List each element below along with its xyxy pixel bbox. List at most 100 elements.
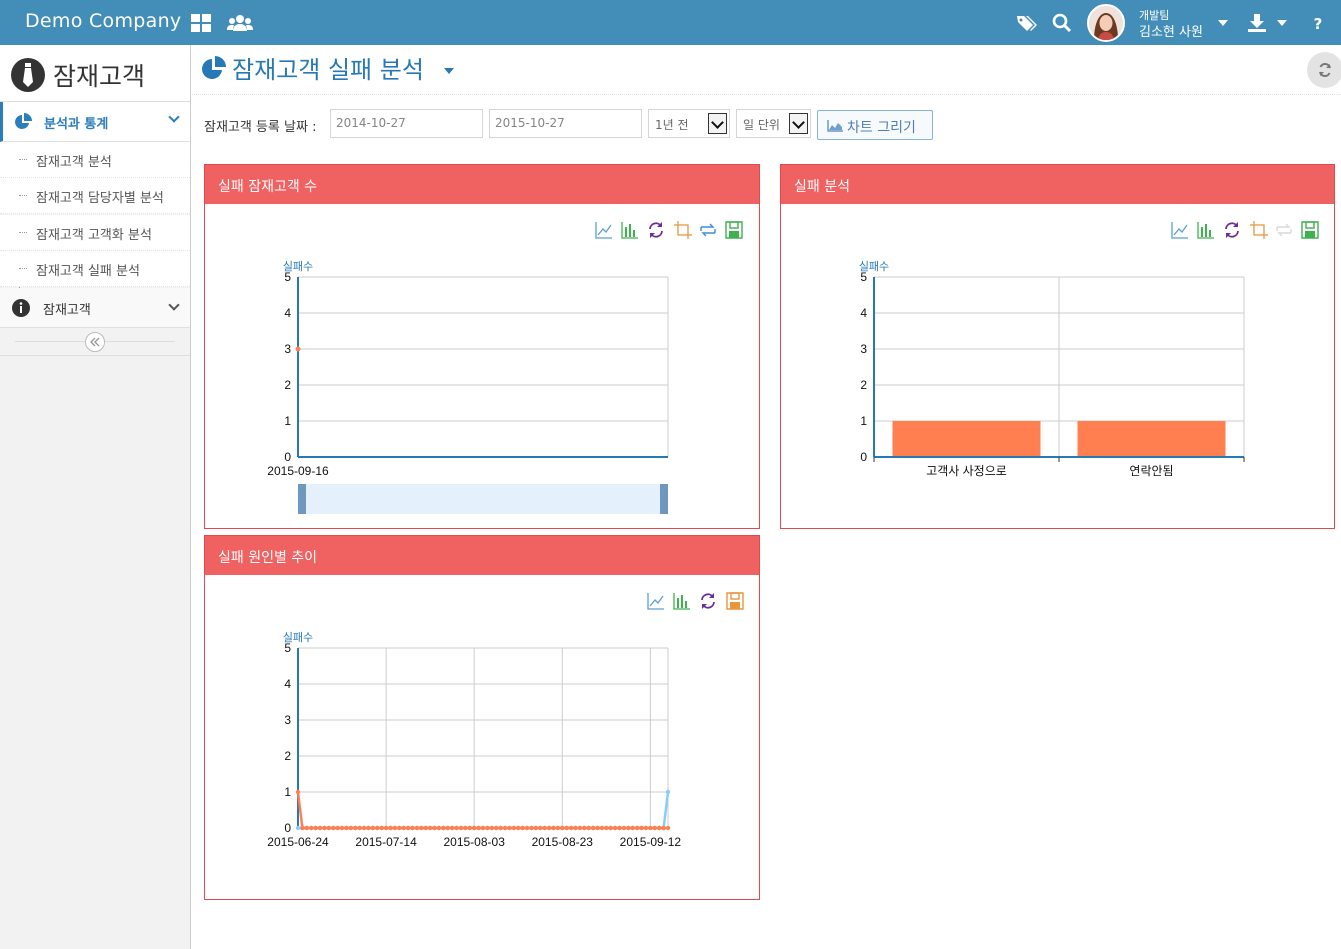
data-point <box>476 825 481 831</box>
data-point <box>427 825 433 831</box>
chart-failed-lead-count: 012345실패수2015-09-16 <box>267 260 669 514</box>
panel-failed-lead-count: 실패 잠재고객 수 0 1 2 3 4 5 실패수 2015-09-16 <box>204 164 760 529</box>
refresh-button[interactable] <box>1307 52 1341 88</box>
user-name: 김소현 사원 <box>1139 25 1203 40</box>
data-point <box>665 825 671 831</box>
data-point <box>388 825 393 831</box>
download-icon[interactable] <box>1246 12 1268 34</box>
chevron-down-icon <box>789 113 808 134</box>
search-icon[interactable] <box>1051 12 1073 34</box>
data-point <box>617 825 622 831</box>
data-point <box>630 825 635 831</box>
svg-text:?: ? <box>1314 15 1323 33</box>
tags-icon[interactable] <box>1015 12 1037 34</box>
sidebar-item-lead-conversion-analysis[interactable]: 잠재고객 고객화 분석 <box>0 215 190 251</box>
data-point <box>542 825 547 831</box>
pie-chart-icon <box>15 113 32 129</box>
datazoom-track <box>298 484 668 514</box>
sidebar-collapse-button[interactable] <box>85 332 105 352</box>
y-tick-label: 4 <box>284 306 291 320</box>
data-point <box>612 825 618 831</box>
data-point <box>665 789 671 795</box>
end-date-input[interactable]: 2015-10-27 <box>489 109 642 138</box>
data-point <box>401 825 406 831</box>
sidebar-item-lead-failure-analysis[interactable]: 잠재고객 실패 분석 <box>0 251 190 287</box>
title-dropdown-chevron-icon[interactable] <box>444 68 454 74</box>
series-line <box>296 791 668 830</box>
dashboard-grid-icon[interactable] <box>190 12 212 34</box>
sidebar-group-analytics[interactable]: 분석과 통계 <box>0 102 190 142</box>
data-point <box>524 825 530 831</box>
data-point <box>357 825 362 831</box>
y-axis-label: 실패수 <box>283 260 313 273</box>
data-point <box>533 825 539 831</box>
y-tick-label: 3 <box>284 713 291 727</box>
sidebar-group-leads[interactable]: 잠재고객 <box>0 288 190 328</box>
bar <box>1077 421 1226 456</box>
x-tick-label: 2015-09-12 <box>620 835 682 849</box>
data-point <box>626 825 631 831</box>
refresh-icon <box>1319 63 1331 77</box>
data-point <box>449 825 455 831</box>
data-point <box>300 825 305 831</box>
data-point <box>489 825 495 831</box>
brand-name[interactable]: Demo Company <box>25 10 181 32</box>
draw-chart-button[interactable]: 차트 그리기 <box>817 110 933 140</box>
data-point <box>507 825 512 831</box>
data-point <box>498 825 503 831</box>
panel-header: 실패 잠재고객 수 <box>205 165 759 204</box>
users-icon[interactable] <box>227 12 253 34</box>
data-point <box>621 825 627 831</box>
filter-label: 잠재고객 등록 날짜 : <box>204 120 317 135</box>
data-point <box>648 825 653 831</box>
data-point <box>419 825 424 831</box>
data-point <box>639 825 644 831</box>
area-chart-icon <box>827 120 843 132</box>
data-point <box>441 825 446 831</box>
unit-select[interactable]: 일 단위 <box>736 109 811 138</box>
data-point <box>643 825 649 831</box>
data-point <box>471 825 477 831</box>
download-menu-chevron-icon[interactable] <box>1277 20 1287 26</box>
data-point <box>573 825 578 831</box>
start-date-input[interactable]: 2014-10-27 <box>330 109 483 138</box>
y-tick-label: 1 <box>284 785 291 799</box>
data-point <box>335 825 340 831</box>
x-tick-label: 2015-06-24 <box>267 835 329 849</box>
sidebar-item-lead-analysis[interactable]: 잠재고객 분석 <box>0 142 190 178</box>
y-tick-label: 1 <box>860 414 867 428</box>
help-icon[interactable]: ? <box>1307 12 1329 34</box>
data-point <box>361 825 367 831</box>
period-select[interactable]: 1년 전 <box>648 109 730 138</box>
data-point <box>516 825 521 831</box>
data-point <box>454 825 459 831</box>
x-tick-label: 2015-09-16 <box>267 464 329 478</box>
y-tick-label: 4 <box>860 306 867 320</box>
sidebar-item-lead-owner-analysis[interactable]: 잠재고객 담당자별 분석 <box>0 178 190 214</box>
data-point <box>560 825 565 831</box>
data-point <box>595 825 600 831</box>
data-point <box>445 825 450 831</box>
data-point <box>577 825 583 831</box>
data-point <box>608 825 613 831</box>
y-tick-label: 2 <box>284 378 291 392</box>
data-point <box>604 825 609 831</box>
chevron-down-icon <box>168 111 180 123</box>
data-point <box>661 825 666 831</box>
avatar <box>1087 4 1125 42</box>
data-point <box>295 825 301 831</box>
data-point <box>375 825 380 831</box>
data-point <box>331 825 336 831</box>
data-point <box>436 825 442 831</box>
data-point <box>652 825 657 831</box>
data-point <box>529 825 534 831</box>
data-point <box>348 825 354 831</box>
datazoom-handle-right <box>660 484 668 514</box>
chevron-down-icon <box>1218 20 1228 26</box>
data-point <box>397 825 402 831</box>
sidebar-collapse-row <box>0 329 190 356</box>
pie-chart-icon <box>202 56 226 79</box>
data-point <box>317 825 323 831</box>
y-tick-label: 0 <box>860 450 867 464</box>
data-point <box>634 825 640 831</box>
